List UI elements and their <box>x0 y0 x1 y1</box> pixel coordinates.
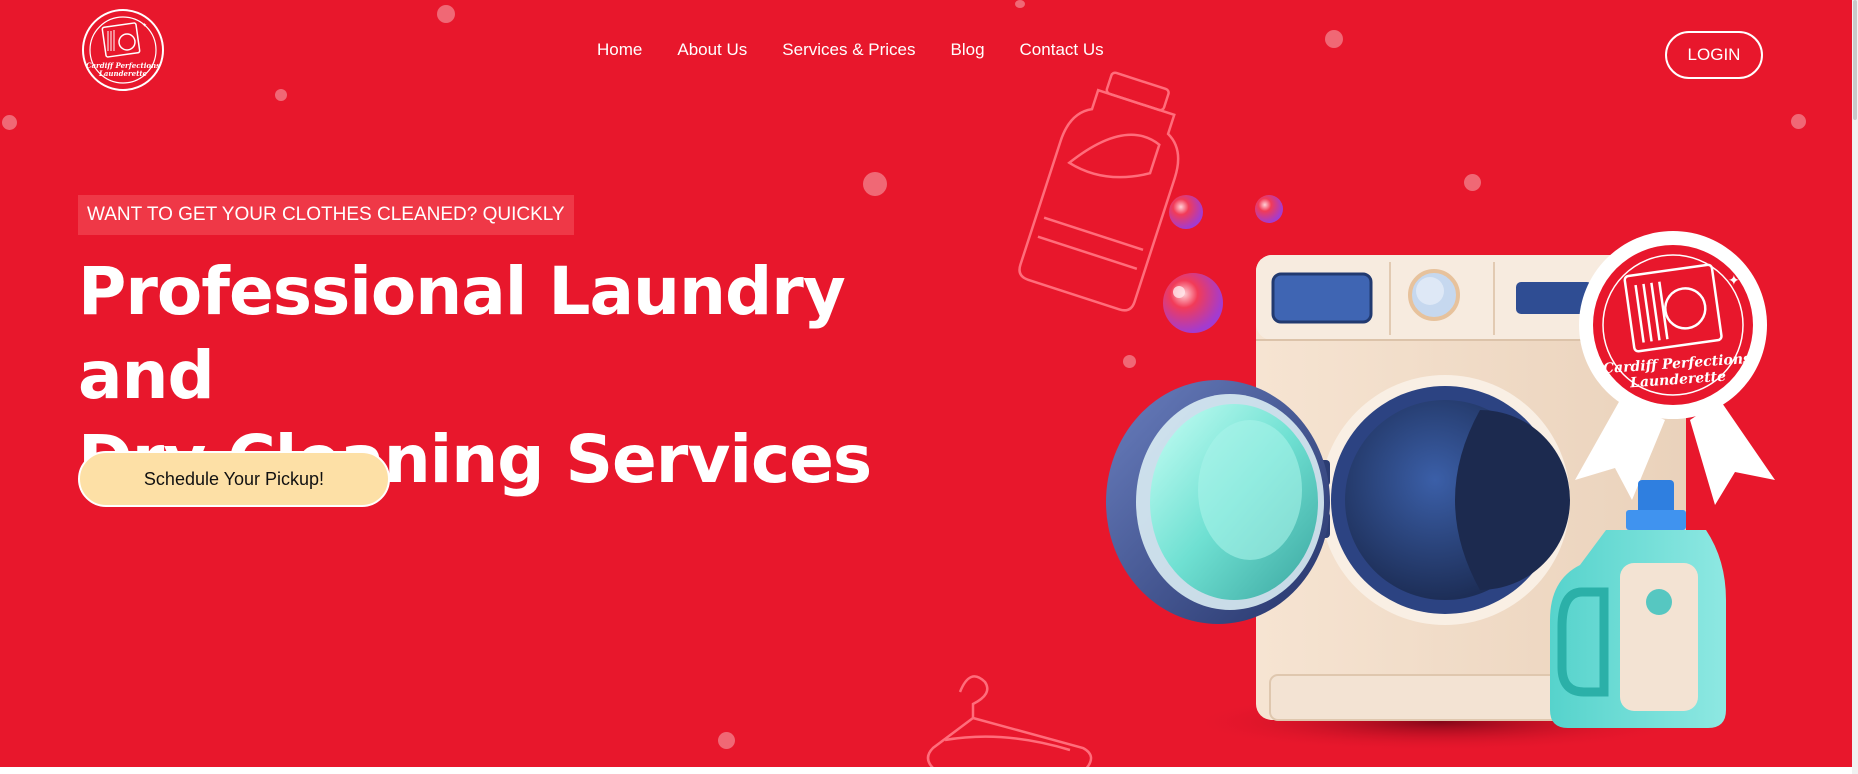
scrollbar-thumb[interactable] <box>1853 0 1857 120</box>
detergent-bottle-outline-icon <box>1018 71 1180 312</box>
soap-bubble <box>1255 195 1283 223</box>
hanger-outline-icon <box>926 675 1093 767</box>
soap-bubble <box>1163 273 1223 333</box>
hero-illustration: ✦ <box>926 71 1775 767</box>
svg-text:✦: ✦ <box>1728 272 1740 288</box>
page: ✦ Cardiff Perfections Launderette Home A… <box>0 0 1858 774</box>
soap-bubble <box>1169 195 1203 229</box>
hero-section: ✦ Cardiff Perfections Launderette Home A… <box>0 0 1852 767</box>
